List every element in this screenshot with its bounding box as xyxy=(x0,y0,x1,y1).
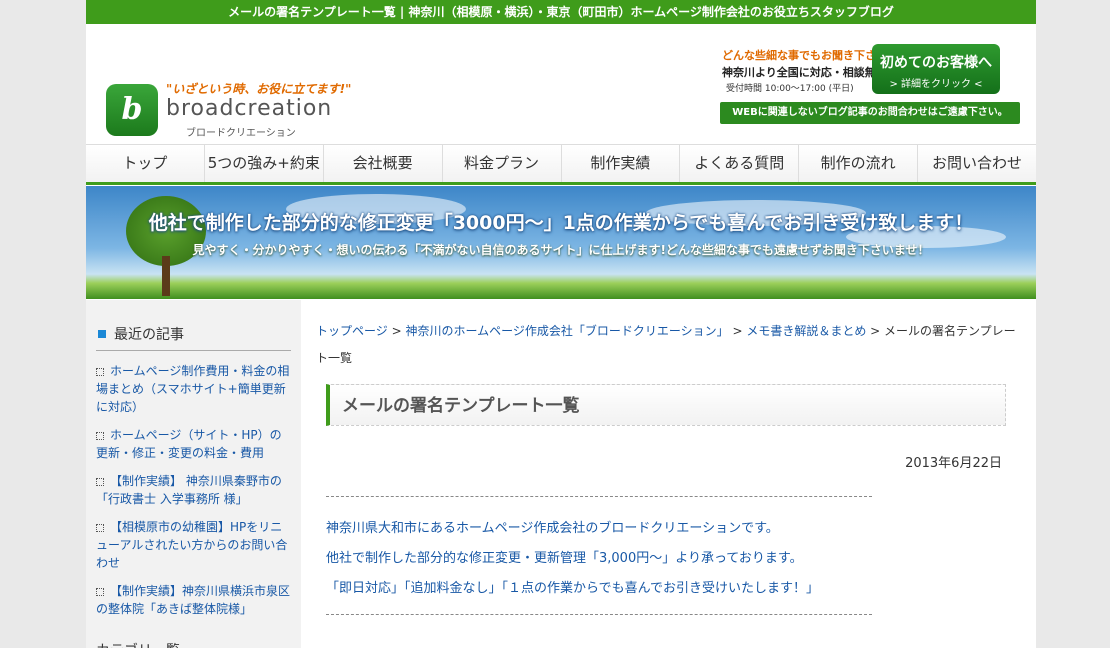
banner-headline: 他社で制作した部分的な修正変更「3000円〜」1点の作業からでも喜んでお引き受け… xyxy=(148,212,974,234)
recent-post-link[interactable]: 【制作実績】神奈川県横浜市泉区の整体院「あきば整体院様」 xyxy=(96,582,292,618)
sidebar-heading: 最近の記事 xyxy=(96,324,291,351)
post-paragraph: 神奈川県大和市にあるホームページ作成会社のブロードクリエーションです。 xyxy=(326,521,779,536)
square-bullet-icon xyxy=(98,330,106,338)
breadcrumb-company[interactable]: 神奈川のホームページ作成会社「ブロードクリエーション」 xyxy=(405,324,728,338)
logo-tagline: "いざという時、お役に立てます!" xyxy=(166,82,352,96)
main-content: トップページ > 神奈川のホームページ作成会社「ブロードクリエーション」 > メ… xyxy=(316,300,1016,648)
bullet-icon xyxy=(96,367,104,376)
recent-post-link[interactable]: 【相模原市の幼稚園】HPをリニューアルされたい方からのお問い合わせ xyxy=(96,518,292,572)
nav-item-pricing[interactable]: 料金プラン xyxy=(443,145,562,182)
contact-hours: 受付時間 10:00〜17:00 (平日) xyxy=(726,84,854,94)
recent-post-link[interactable]: ホームページ制作費用・料金の相場まとめ（スマホサイト+簡単更新に対応） xyxy=(96,362,292,416)
nav-item-contact[interactable]: お問い合わせ xyxy=(918,145,1036,182)
breadcrumb-category[interactable]: メモ書き解説＆まとめ xyxy=(746,324,866,338)
logo-mark-icon: b xyxy=(106,84,158,136)
recent-posts-list: ホームページ制作費用・料金の相場まとめ（スマホサイト+簡単更新に対応） ホームペ… xyxy=(96,362,292,628)
web-inquiry-note: WEBに関連しないブログ記事のお問合わせはご遠慮下さい。 xyxy=(720,102,1020,124)
bullet-icon xyxy=(96,523,104,532)
post-paragraph: 「即日対応」「追加料金なし」「１点の作業からでも喜んでお引き受けいたします！」 xyxy=(326,581,819,596)
page: メールの署名テンプレート一覧 | 神奈川（相模原・横浜）・東京（町田市）ホームペ… xyxy=(86,0,1036,648)
first-time-button-sub: > 詳細をクリック < xyxy=(889,79,983,90)
divider xyxy=(326,496,872,497)
site-logo[interactable]: b "いざという時、お役に立てます!" broadcreation ブロードクリ… xyxy=(106,58,351,139)
recent-post-link[interactable]: 【制作実績】 神奈川県秦野市の「行政書士 入学事務所 様」 xyxy=(96,472,292,508)
divider xyxy=(326,614,872,615)
sidebar-heading-2: カテゴリ一覧 xyxy=(96,640,180,648)
post-title: メールの署名テンプレート一覧 xyxy=(326,384,1006,426)
first-time-customer-button[interactable]: 初めてのお客様へ > 詳細をクリック < xyxy=(872,44,1000,94)
nav-item-company[interactable]: 会社概要 xyxy=(324,145,443,182)
nav-item-top[interactable]: トップ xyxy=(86,145,205,182)
post-paragraph: 他社で制作した部分的な修正変更・更新管理「3,000円〜」より承っております。 xyxy=(326,551,803,566)
breadcrumb: トップページ > 神奈川のホームページ作成会社「ブロードクリエーション」 > メ… xyxy=(316,324,1016,365)
nav-item-works[interactable]: 制作実績 xyxy=(562,145,681,182)
bullet-icon xyxy=(96,431,104,440)
bullet-icon xyxy=(96,587,104,596)
site-header: b "いざという時、お役に立てます!" broadcreation ブロードクリ… xyxy=(86,24,1036,144)
nav-item-faq[interactable]: よくある質問 xyxy=(680,145,800,182)
contact-area: どんな些細な事でもお聞き下さい! 神奈川より全国に対応・相談無料! 受付時間 1… xyxy=(720,44,1020,148)
contact-line-2: 神奈川より全国に対応・相談無料! xyxy=(722,66,892,79)
hero-banner: 他社で制作した部分的な修正変更「3000円〜」1点の作業からでも喜んでお引き受け… xyxy=(86,186,1036,299)
breadcrumb-home[interactable]: トップページ xyxy=(316,324,388,338)
nav-item-strengths[interactable]: 5つの強み+約束 xyxy=(205,145,324,182)
contact-line-1: どんな些細な事でもお聞き下さい! xyxy=(722,49,893,62)
logo-kana: ブロードクリエーション xyxy=(186,128,296,139)
global-nav: トップ 5つの強み+約束 会社概要 料金プラン 制作実績 よくある質問 制作の流… xyxy=(86,144,1036,185)
recent-post-link[interactable]: ホームページ（サイト・HP）の更新・修正・変更の料金・費用 xyxy=(96,426,292,462)
bullet-icon xyxy=(96,477,104,486)
sidebar: 最近の記事 ホームページ制作費用・料金の相場まとめ（スマホサイト+簡単更新に対応… xyxy=(86,300,301,648)
post-date: 2013年6月22日 xyxy=(905,456,1002,471)
banner-subtext: 見やすく・分かりやすく・想いの伝わる「不満がない自信のあるサイト」に仕上げます!… xyxy=(192,243,930,257)
first-time-button-title: 初めてのお客様へ xyxy=(880,55,992,71)
nav-item-flow[interactable]: 制作の流れ xyxy=(799,145,919,182)
logo-name: broadcreation xyxy=(166,96,333,121)
top-banner-title: メールの署名テンプレート一覧 | 神奈川（相模原・横浜）・東京（町田市）ホームペ… xyxy=(86,0,1036,24)
